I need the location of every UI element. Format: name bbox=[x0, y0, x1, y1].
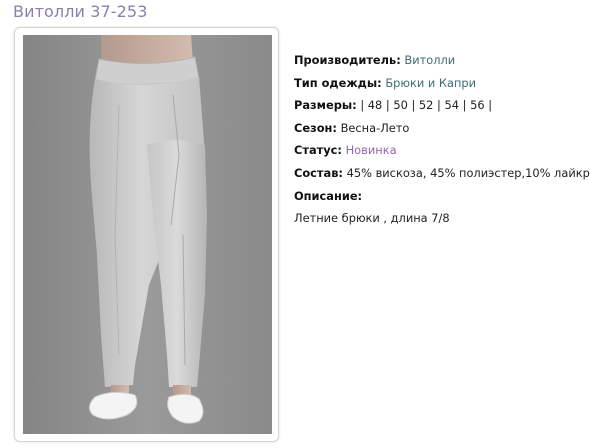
spec-label: Тип одежды: bbox=[294, 75, 382, 90]
spec-composition: Состав: 45% вискоза, 45% полиэстер,10% л… bbox=[294, 162, 590, 185]
composition-value: 45% вискоза, 45% полиэстер,10% лайкра bbox=[346, 165, 590, 180]
spec-status: Статус: Новинка bbox=[294, 139, 588, 162]
spec-label: Состав: bbox=[294, 165, 343, 180]
manufacturer-link[interactable]: Витолли bbox=[404, 53, 455, 67]
product-photo[interactable] bbox=[23, 35, 272, 434]
spec-clothing-type: Тип одежды: Брюки и Капри bbox=[294, 72, 588, 95]
spec-label: Статус: bbox=[294, 143, 342, 158]
description-value: Летние брюки , длина 7/8 bbox=[294, 211, 450, 226]
spec-label: Сезон: bbox=[294, 120, 337, 135]
sizes-value: | 48 | 50 | 52 | 54 | 56 | bbox=[360, 98, 493, 113]
spec-label: Описание: bbox=[294, 188, 363, 203]
season-value: Весна-Лето bbox=[340, 120, 410, 135]
status-link[interactable]: Новинка bbox=[346, 143, 397, 157]
spec-sizes: Размеры: | 48 | 50 | 52 | 54 | 56 | bbox=[294, 94, 588, 117]
product-title: Витолли 37-253 bbox=[13, 2, 148, 21]
spec-season: Сезон: Весна-Лето bbox=[294, 117, 588, 140]
spec-manufacturer: Производитель: Витолли bbox=[294, 49, 588, 72]
spec-label: Размеры: bbox=[294, 98, 357, 113]
clothing-type-link[interactable]: Брюки и Капри bbox=[385, 76, 476, 90]
spec-description: Летние брюки , длина 7/8 bbox=[294, 207, 588, 230]
spec-description-header: Описание: bbox=[294, 185, 588, 208]
product-page: Витолли 37-253 Производитель: Витолли Ти… bbox=[0, 0, 590, 448]
product-photo-frame bbox=[14, 27, 279, 442]
pants-illustration bbox=[23, 35, 272, 434]
spec-label: Производитель: bbox=[294, 53, 401, 67]
product-specs: Производитель: Витолли Тип одежды: Брюки… bbox=[294, 49, 590, 230]
